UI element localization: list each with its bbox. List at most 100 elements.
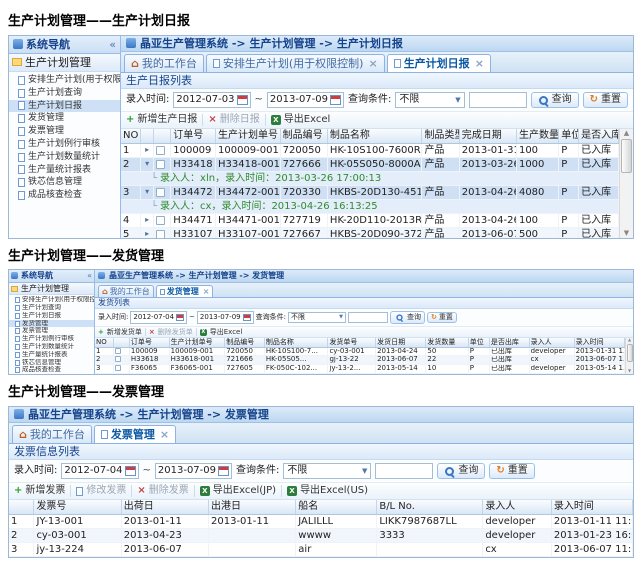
column-header[interactable]: 录入时间 bbox=[551, 500, 633, 516]
calendar-icon[interactable] bbox=[176, 313, 185, 321]
sidebar-item[interactable]: 生产计划数量统计 bbox=[9, 343, 94, 351]
table-row[interactable]: 2 ▾ H33418 H33418-001 727666 HK-05S050-8000A 产… bbox=[121, 157, 619, 173]
column-header[interactable] bbox=[140, 129, 154, 145]
column-header[interactable]: 单位 bbox=[558, 129, 580, 145]
sidebar-item[interactable]: 发货管理 bbox=[9, 319, 94, 328]
delete-invoice-button[interactable]: × 删除发票 bbox=[137, 485, 188, 497]
date-to-input[interactable]: 2013-07-09 bbox=[196, 311, 254, 324]
scroll-up-icon[interactable]: ▲ bbox=[628, 338, 631, 343]
tab-workbench[interactable]: ⌂ 我的工作台 bbox=[124, 53, 204, 72]
sidebar-item[interactable]: 成品核查检查 bbox=[9, 366, 94, 374]
column-header[interactable] bbox=[113, 338, 130, 348]
calendar-icon[interactable] bbox=[236, 95, 248, 106]
sidebar-group-production-plan[interactable]: 生产计划管理 bbox=[9, 53, 120, 72]
sidebar-item[interactable]: 铁芯信息管理 bbox=[9, 359, 94, 367]
sidebar-item[interactable]: 铁芯信息管理 bbox=[9, 176, 120, 189]
close-icon[interactable]: × bbox=[368, 57, 377, 70]
calendar-icon[interactable] bbox=[242, 313, 251, 321]
column-header[interactable]: 生产计划单号 bbox=[215, 129, 281, 145]
column-header[interactable]: 录入时间 bbox=[574, 338, 626, 348]
sidebar-group-production-plan[interactable]: 生产计划管理 bbox=[9, 282, 94, 296]
collapse-icon[interactable]: « bbox=[87, 271, 92, 281]
row-checkbox[interactable] bbox=[155, 159, 165, 169]
sidebar-item[interactable]: 发票管理 bbox=[9, 125, 120, 138]
close-icon[interactable]: × bbox=[203, 287, 210, 297]
tab-workbench[interactable]: ⌂ 我的工作台 bbox=[12, 424, 92, 444]
table-row[interactable]: 3jy-13-2242013-06-07 air cx2013-06-07 11:3… bbox=[9, 542, 633, 557]
sidebar-item[interactable]: 生产量统计报表 bbox=[9, 351, 94, 359]
sidebar-item[interactable]: 生产计划例行审核 bbox=[9, 335, 94, 343]
column-header[interactable]: NO bbox=[121, 129, 142, 145]
column-header[interactable]: 出港日 bbox=[208, 500, 297, 516]
close-icon[interactable]: × bbox=[475, 57, 484, 70]
column-header[interactable]: B/L No. bbox=[376, 500, 484, 516]
scroll-down-icon[interactable]: ▼ bbox=[628, 369, 631, 374]
column-header[interactable]: 完成日期 bbox=[459, 129, 517, 145]
expand-icon[interactable]: ▸ bbox=[140, 227, 154, 238]
export-excel-button[interactable]: X 导出Excel bbox=[270, 114, 330, 126]
column-header[interactable]: 是否入库 bbox=[578, 129, 619, 145]
collapse-icon[interactable]: ▾ bbox=[140, 185, 154, 201]
row-checkbox[interactable] bbox=[155, 187, 165, 197]
sidebar-item[interactable]: 生产计划例行审核 bbox=[9, 138, 120, 151]
row-checkbox[interactable] bbox=[155, 229, 165, 238]
export-excel-jp-button[interactable]: X 导出Excel(JP) bbox=[199, 485, 276, 497]
table-row[interactable]: 1 JY-13-001 2013-01-11 2013-01-11 JALILLL LIK… bbox=[9, 514, 633, 530]
condition-select[interactable]: 不限 ▼ bbox=[395, 92, 465, 109]
keyword-input[interactable] bbox=[468, 92, 527, 109]
reset-button[interactable]: ↻ 重置 bbox=[582, 92, 628, 109]
sidebar-item[interactable]: 安排生产计划(用于权限控制) bbox=[9, 296, 94, 304]
sidebar-item[interactable]: 成品核查检查 bbox=[9, 189, 120, 202]
tab-daily-report[interactable]: 生产计划日报 × bbox=[386, 53, 491, 72]
sidebar-item[interactable]: 生产计划查询 bbox=[9, 304, 94, 312]
column-header[interactable]: 制品编号 bbox=[224, 338, 265, 348]
export-excel-us-button[interactable]: X 导出Excel(US) bbox=[287, 485, 368, 497]
table-row[interactable]: 4▸ H34471H34471-001727719HK-20D110-2013RP… bbox=[121, 213, 619, 229]
sidebar-item[interactable]: 发货管理 bbox=[9, 112, 120, 125]
expand-icon[interactable]: ▸ bbox=[140, 143, 154, 159]
add-invoice-button[interactable]: + 新增发票 bbox=[14, 485, 65, 497]
sidebar-item[interactable]: 发票管理 bbox=[9, 327, 94, 335]
date-from-input[interactable]: 2012-07-04 bbox=[130, 311, 188, 324]
column-header[interactable]: NO bbox=[95, 338, 115, 348]
collapse-icon[interactable]: ▾ bbox=[140, 157, 154, 173]
date-to-input[interactable]: 2013-07-09 bbox=[154, 463, 233, 480]
sidebar-item[interactable]: 安排生产计划(用于权限控制) bbox=[9, 74, 120, 87]
column-header[interactable]: 出荷日 bbox=[121, 500, 210, 516]
add-shipment-button[interactable]: + 新增发货单 bbox=[98, 328, 142, 336]
table-row[interactable]: 3▾ H34472H34472-001720330HKBS-20D130-4510… bbox=[121, 185, 619, 201]
export-excel-button[interactable]: X 导出Excel bbox=[199, 328, 242, 336]
row-checkbox[interactable] bbox=[155, 215, 165, 225]
calendar-icon[interactable] bbox=[330, 95, 342, 106]
delete-daily-report-button[interactable]: × 删除日报 bbox=[208, 114, 259, 126]
keyword-input[interactable] bbox=[347, 311, 388, 323]
column-header[interactable]: 订单号 bbox=[170, 129, 216, 145]
close-icon[interactable]: × bbox=[160, 428, 169, 441]
date-from-input[interactable]: 2012-07-04 bbox=[61, 463, 139, 480]
column-header[interactable]: 发货数量 bbox=[425, 338, 469, 348]
column-header[interactable]: 录入人 bbox=[482, 500, 552, 516]
table-row[interactable]: 2 cy-03-001 2013-04-23 wwww 3333 developer 201… bbox=[9, 528, 633, 544]
vertical-scrollbar[interactable]: ▲ ▼ bbox=[625, 338, 633, 375]
tab-workbench[interactable]: ⌂ 我的工作台 bbox=[98, 284, 154, 298]
column-header[interactable]: 发货日期 bbox=[375, 338, 427, 348]
column-header[interactable]: 制品名称 bbox=[264, 338, 329, 348]
row-checkbox[interactable] bbox=[115, 356, 122, 363]
column-header[interactable]: 发货单号 bbox=[327, 338, 377, 348]
column-header[interactable]: 制品类型 bbox=[421, 129, 460, 145]
condition-select[interactable]: 不限 ▼ bbox=[283, 463, 372, 480]
scroll-thumb[interactable] bbox=[626, 344, 633, 363]
search-button[interactable]: 查询 bbox=[389, 310, 425, 324]
table-row[interactable]: 1 100009 100009-001 720050 HK-10S100-7... cy-… bbox=[95, 347, 626, 357]
sidebar-item[interactable]: 生产计划数量统计 bbox=[9, 151, 120, 164]
add-daily-report-button[interactable]: + 新增生产日报 bbox=[126, 114, 197, 126]
vertical-scrollbar[interactable]: ▲ ▼ bbox=[619, 129, 633, 238]
date-to-input[interactable]: 2013-07-09 bbox=[266, 92, 345, 109]
column-header[interactable] bbox=[153, 129, 172, 145]
delete-shipment-button[interactable]: × 删除发货单 bbox=[149, 328, 193, 336]
search-button[interactable]: 查询 bbox=[437, 463, 486, 480]
column-header[interactable]: 单位 bbox=[468, 338, 490, 348]
date-from-input[interactable]: 2012-07-03 bbox=[173, 92, 251, 109]
row-checkbox[interactable] bbox=[155, 145, 165, 155]
column-header[interactable] bbox=[9, 500, 35, 516]
